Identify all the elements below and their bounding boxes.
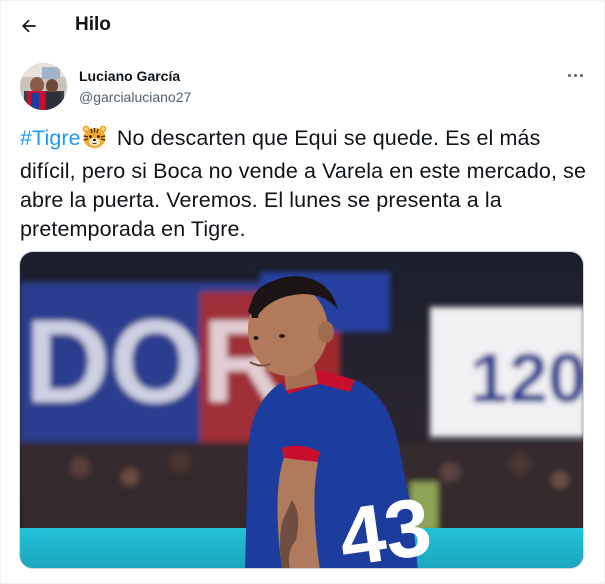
author-handle[interactable]: @garcialuciano27 [79,89,191,105]
author-name[interactable]: Luciano García [79,68,180,84]
svg-text:120: 120 [470,339,584,417]
player-photo: DOR 120 43 [20,252,584,569]
more-options-button[interactable] [562,64,588,86]
thread-header: Hilo [0,0,605,50]
tweet-text: #Tigre No descarten que Equi se quede. E… [20,124,590,244]
arrow-left-icon [21,19,36,33]
svg-text:43: 43 [334,481,437,569]
back-button[interactable] [14,11,44,41]
svg-text:DOR: DOR [25,296,287,428]
tiger-face-icon [82,125,107,157]
tweet-media-image[interactable]: DOR 120 43 [19,251,584,569]
more-horizontal-icon [567,73,583,77]
avatar[interactable] [20,63,67,110]
page-title: Hilo [75,14,111,35]
hashtag-link[interactable]: #Tigre [20,126,81,150]
